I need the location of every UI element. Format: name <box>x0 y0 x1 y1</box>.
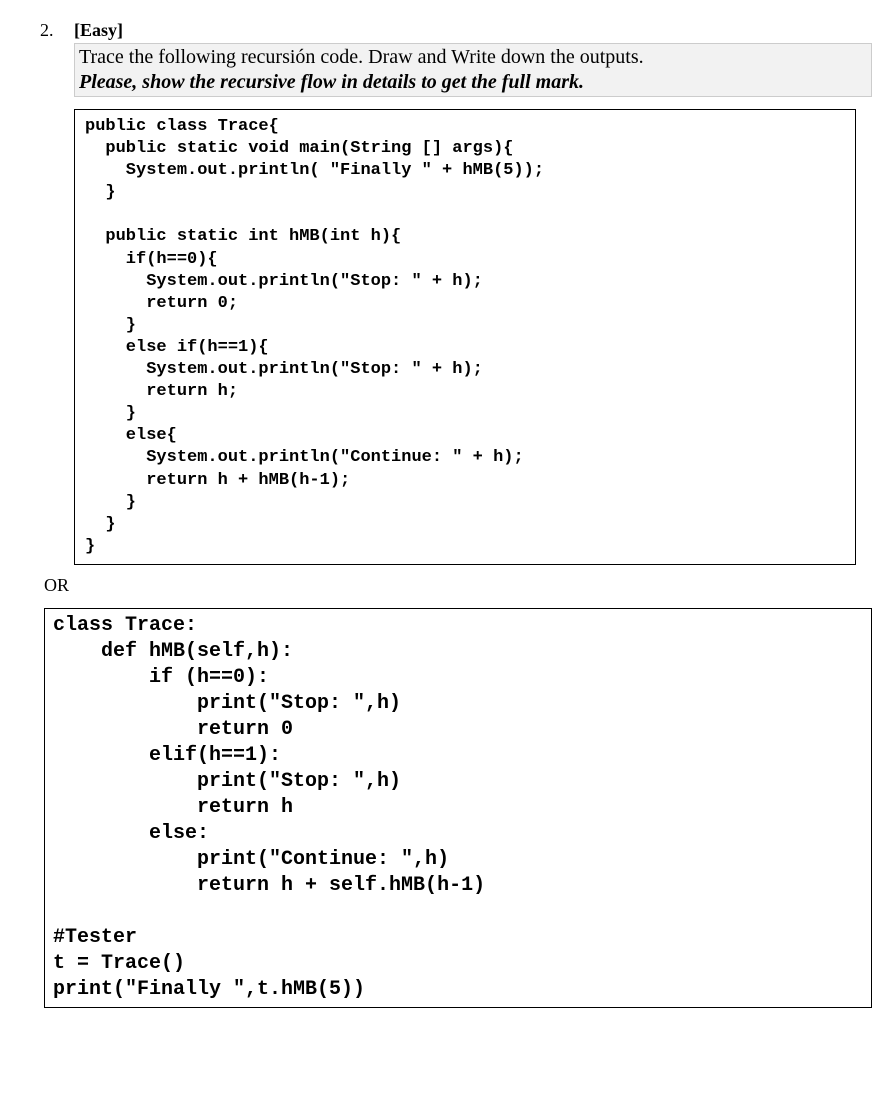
question-row: 2. [Easy] Trace the following recursión … <box>40 20 865 1008</box>
difficulty-label: [Easy] <box>74 20 872 41</box>
or-label: OR <box>44 575 872 596</box>
question-content: [Easy] Trace the following recursión cod… <box>74 20 872 1008</box>
question-number: 2. <box>40 20 68 41</box>
python-code-block: class Trace: def hMB(self,h): if (h==0):… <box>44 608 872 1008</box>
java-code-block: public class Trace{ public static void m… <box>74 109 856 565</box>
prompt-line-1: Trace the following recursión code. Draw… <box>79 46 867 69</box>
prompt-line-2: Please, show the recursive flow in detai… <box>79 71 867 94</box>
prompt-box: Trace the following recursión code. Draw… <box>74 43 872 97</box>
